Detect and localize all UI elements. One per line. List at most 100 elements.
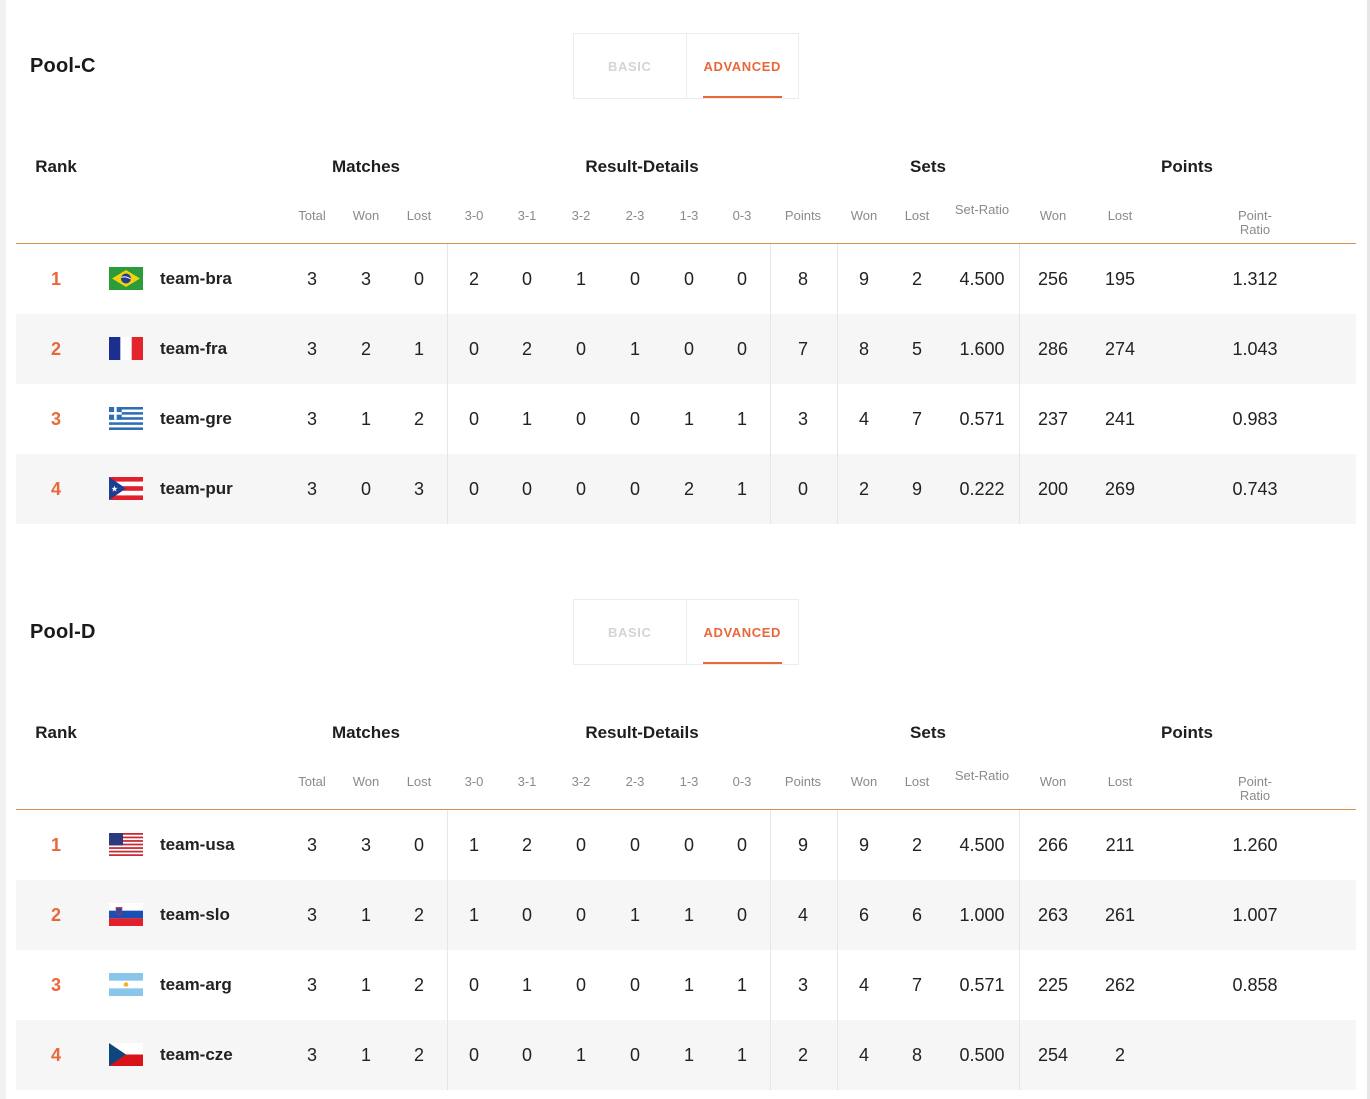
team-name[interactable]: team-bra: [160, 244, 232, 314]
matches-group-header: Matches: [331, 157, 401, 176]
stat-cell: 0: [468, 339, 479, 359]
stat-cell: 0: [521, 1045, 532, 1065]
stat-cell: 3: [797, 975, 808, 995]
stat-cell: 1.000: [959, 905, 1005, 925]
stat-cell: 2: [521, 339, 532, 359]
stat-cell: 0: [736, 905, 747, 925]
stat-cell: 237: [1037, 409, 1069, 429]
stat-cell: 0: [629, 409, 640, 429]
team-name[interactable]: team-pur: [160, 454, 233, 524]
stat-cell: 4.500: [959, 835, 1005, 855]
team-name[interactable]: team-usa: [160, 810, 235, 880]
team-name[interactable]: team-cze: [160, 1020, 233, 1090]
stat-cell: 261: [1104, 905, 1136, 925]
column-header: Points: [784, 208, 822, 223]
stat-cell: 7: [911, 975, 922, 995]
stat-cell: 7: [911, 409, 922, 429]
stat-cell: 1: [629, 905, 640, 925]
pool-section: Pool-D BASIC ADVANCED Rank Matches Result-Det…: [16, 599, 1356, 1090]
column-header: 3-2: [571, 208, 591, 223]
table-row[interactable]: 2 team-slo 3 1 2 1 0 0 1 1 0 4 6 6 1.000 263 261 1.007: [16, 880, 1356, 950]
stat-cell: 0: [468, 479, 479, 499]
column-header: Point-Ratio: [1238, 774, 1272, 803]
pool-title: Pool-C: [30, 55, 96, 77]
rank-value: 3: [50, 409, 61, 429]
stat-cell: 286: [1037, 339, 1069, 359]
table-row[interactable]: 2 team-fra 3 2 1 0 2 0 1 0 0 7 8 5 1.600 286 274 1.043: [16, 314, 1356, 384]
stat-cell: 3: [306, 905, 317, 925]
stat-cell: 0: [360, 479, 371, 499]
column-separator: [1019, 950, 1020, 1020]
column-header: Lost: [904, 208, 930, 223]
stat-cell: 0.743: [1232, 479, 1278, 499]
stat-cell: 2: [797, 1045, 808, 1065]
team-name[interactable]: team-slo: [160, 880, 230, 950]
stat-cell: 0.858: [1232, 975, 1278, 995]
column-header: Won: [1039, 208, 1067, 223]
sets-group-header: Sets: [910, 723, 946, 742]
stat-cell: 1: [521, 975, 532, 995]
column-header: 3-0: [464, 774, 484, 789]
stat-cell: 0: [683, 269, 694, 289]
stat-cell: 2: [413, 905, 424, 925]
stat-cell: 0.571: [959, 409, 1005, 429]
stat-cell: 225: [1037, 975, 1069, 995]
team-name[interactable]: team-fra: [160, 314, 227, 384]
column-header: Lost: [406, 208, 432, 223]
column-header: Won: [352, 208, 380, 223]
stat-cell: 2: [911, 269, 922, 289]
column-header: 0-3: [732, 774, 752, 789]
stat-cell: 256: [1037, 269, 1069, 289]
column-header: 2-3: [625, 208, 645, 223]
stat-cell: 5: [911, 339, 922, 359]
stat-cell: 3: [306, 835, 317, 855]
stat-cell: 0: [736, 835, 747, 855]
stat-cell: 6: [911, 905, 922, 925]
column-separator: [1019, 454, 1020, 524]
table-row[interactable]: 1 team-usa 3 3 0 1 2 0 0 0 0 9 9 2 4.500 266 211 1.260: [16, 810, 1356, 880]
advanced-tab[interactable]: ADVANCED: [687, 600, 799, 664]
stat-cell: 0: [575, 479, 586, 499]
czechia-flag-icon: [109, 1043, 143, 1066]
slovenia-flag-icon: [109, 903, 143, 926]
stat-cell: 0: [629, 479, 640, 499]
stat-cell: 269: [1104, 479, 1136, 499]
column-header: 3-2: [571, 774, 591, 789]
column-header: Total: [298, 208, 326, 223]
table-row[interactable]: 3 team-arg 3 1 2 0 1 0 0 1 1 3 4 7 0.571 225 262 0.858: [16, 950, 1356, 1020]
stat-cell: 6: [858, 905, 869, 925]
stat-cell: 0: [521, 479, 532, 499]
table-row[interactable]: 4 team-pur 3 0 3 0 0 0 0 2 1 0 2 9 0.222 200 269 0.743: [16, 454, 1356, 524]
table-row[interactable]: 3 team-gre 3 1 2 0 1 0 0 1 1 3 4 7 0.571 237 241 0.983: [16, 384, 1356, 454]
basic-tab[interactable]: BASIC: [574, 34, 687, 98]
column-header: Lost: [406, 774, 432, 789]
advanced-tab[interactable]: ADVANCED: [687, 34, 799, 98]
basic-tab[interactable]: BASIC: [574, 600, 687, 664]
rank-value: 4: [50, 1045, 61, 1065]
table-row[interactable]: 1 team-bra 3 3 0 2 0 1 0 0 0 8 9 2 4.500 256 195 1.312: [16, 244, 1356, 314]
rank-header: Rank: [35, 157, 77, 176]
column-header: Lost: [904, 774, 930, 789]
stat-cell: 0: [797, 479, 808, 499]
stat-cell: 2: [521, 835, 532, 855]
page-left-border: [0, 0, 6, 1099]
team-name[interactable]: team-arg: [160, 950, 232, 1020]
stat-cell: 0: [575, 409, 586, 429]
stat-cell: 2: [683, 479, 694, 499]
stat-cell: 0.500: [959, 1045, 1005, 1065]
stat-cell: 0: [575, 975, 586, 995]
stat-cell: 0: [468, 409, 479, 429]
stat-cell: 3: [306, 409, 317, 429]
france-flag-icon: [109, 337, 143, 360]
table-row[interactable]: 4 team-cze 3 1 2 0 0 1 0 1 1 2 4 8 0.500 254 2: [16, 1020, 1356, 1090]
pool-section: Pool-C BASIC ADVANCED Rank Matches Result-Det…: [16, 33, 1356, 524]
team-name[interactable]: team-gre: [160, 384, 232, 454]
column-header: Won: [352, 774, 380, 789]
stat-cell: 8: [797, 269, 808, 289]
stat-cell: 3: [306, 269, 317, 289]
result-details-group-header: Result-Details: [585, 157, 699, 176]
stat-cell: 1: [521, 409, 532, 429]
column-header: Lost: [1107, 208, 1133, 223]
column-header: 1-3: [679, 208, 699, 223]
points-group-header: Points: [1161, 723, 1213, 742]
